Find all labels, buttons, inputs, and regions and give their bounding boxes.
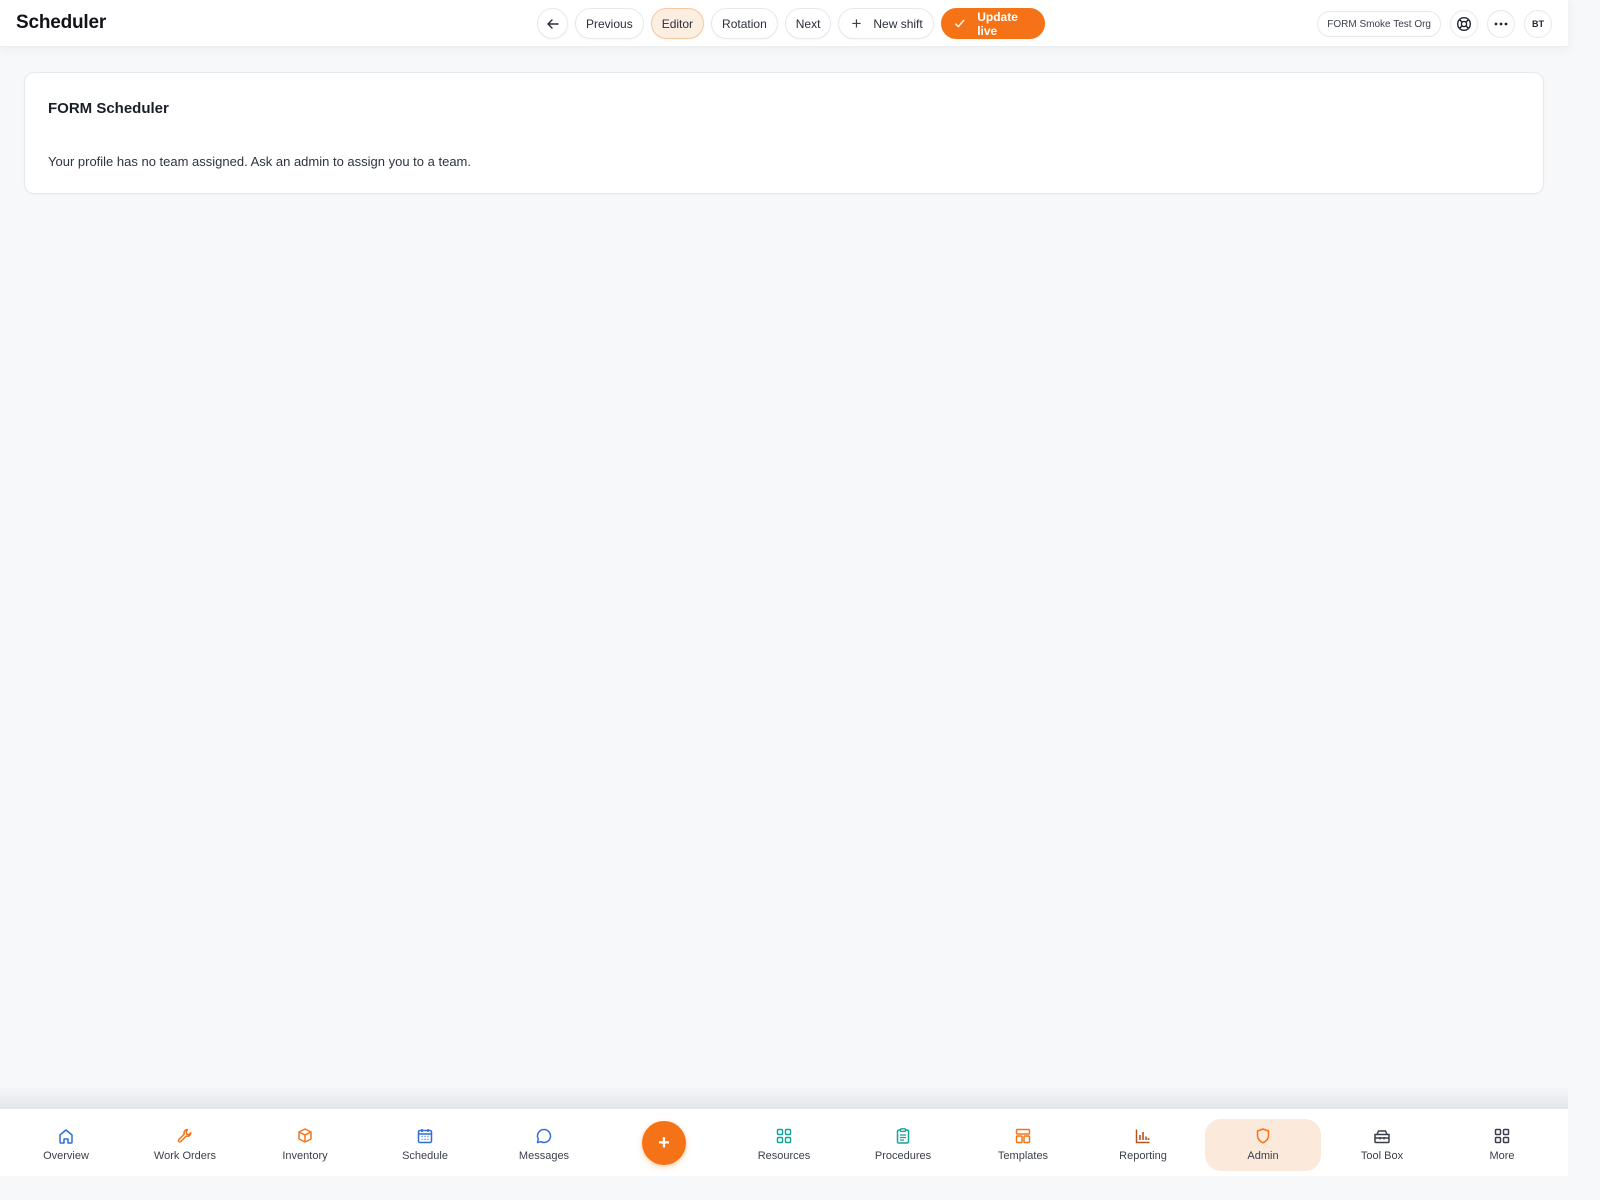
nav-item-procedures[interactable]: Procedures: [845, 1119, 961, 1171]
nav-item-reporting[interactable]: Reporting: [1085, 1119, 1201, 1171]
nav-item-more[interactable]: More: [1444, 1119, 1560, 1171]
more-grid-icon: [1492, 1126, 1512, 1146]
nav-label: Messages: [518, 1150, 570, 1162]
shield-icon: [1253, 1126, 1273, 1146]
nav-label: Work Orders: [153, 1150, 217, 1162]
avatar[interactable]: BT: [1524, 10, 1552, 38]
org-switcher[interactable]: FORM Smoke Test Org: [1317, 11, 1441, 37]
previous-button[interactable]: Previous: [575, 8, 644, 39]
nav-item-schedule[interactable]: Schedule: [367, 1119, 483, 1171]
nav-item-messages[interactable]: Messages: [486, 1119, 602, 1171]
page-title: Scheduler: [16, 12, 107, 33]
back-button[interactable]: [537, 8, 568, 39]
plus-icon: +: [851, 14, 862, 33]
update-live-label: Update live: [977, 9, 1018, 38]
calendar-icon: [415, 1126, 435, 1146]
update-live-button[interactable]: Update live: [940, 8, 1045, 39]
home-icon: [56, 1126, 76, 1146]
rotation-button[interactable]: Rotation: [711, 8, 778, 39]
wrench-icon: [175, 1126, 195, 1146]
nav-label: Procedures: [874, 1150, 932, 1162]
nav-label: Tool Box: [1360, 1150, 1404, 1162]
nav-label: Inventory: [282, 1150, 328, 1162]
lifebuoy-icon: [1456, 16, 1472, 32]
nav-label: Overview: [43, 1150, 89, 1162]
bottom-nav: Overview Work Orders Inventory Schedule …: [0, 1108, 1568, 1176]
nav-label: More: [1489, 1150, 1515, 1162]
top-bar: Scheduler Previous Editor Rotation Next …: [0, 0, 1568, 47]
clipboard-icon: [893, 1126, 913, 1146]
card-title: FORM Scheduler: [48, 100, 169, 117]
header-right-tools: FORM Smoke Test Org BT: [1317, 10, 1552, 38]
bar-chart-icon: [1133, 1126, 1153, 1146]
nav-item-resources[interactable]: Resources: [726, 1119, 842, 1171]
new-shift-button[interactable]: + New shift: [838, 8, 934, 39]
grid-icon: [774, 1126, 794, 1146]
nav-label: Admin: [1247, 1150, 1279, 1162]
nav-item-overview[interactable]: Overview: [8, 1119, 124, 1171]
ellipsis-icon: [1494, 22, 1508, 26]
scheduler-toolbar: Previous Editor Rotation Next + New shif…: [537, 8, 1045, 39]
box-icon: [295, 1126, 315, 1146]
nav-item-inventory[interactable]: Inventory: [247, 1119, 363, 1171]
next-button[interactable]: Next: [784, 8, 832, 39]
nav-label: Reporting: [1119, 1150, 1167, 1162]
nav-item-templates[interactable]: Templates: [965, 1119, 1081, 1171]
nav-label: Resources: [757, 1150, 811, 1162]
bottom-fade: [0, 1086, 1568, 1108]
nav-item-tool-box[interactable]: Tool Box: [1324, 1119, 1440, 1171]
add-button[interactable]: +: [642, 1121, 686, 1165]
editor-button[interactable]: Editor: [650, 8, 705, 39]
nav-item-admin[interactable]: Admin: [1205, 1119, 1321, 1171]
more-options-button[interactable]: [1487, 10, 1515, 38]
toolbox-icon: [1372, 1126, 1392, 1146]
nav-label: Schedule: [402, 1150, 448, 1162]
template-icon: [1013, 1126, 1033, 1146]
nav-item-work-orders[interactable]: Work Orders: [127, 1119, 243, 1171]
new-shift-label: New shift: [873, 16, 923, 31]
scheduler-card: FORM Scheduler Your profile has no team …: [24, 72, 1544, 194]
arrow-left-icon: [546, 18, 559, 29]
help-button[interactable]: [1450, 10, 1478, 38]
check-icon: [954, 19, 965, 28]
nav-label: Templates: [997, 1150, 1049, 1162]
no-team-message: Your profile has no team assigned. Ask a…: [48, 154, 471, 169]
chat-bubble-icon: [534, 1126, 554, 1146]
